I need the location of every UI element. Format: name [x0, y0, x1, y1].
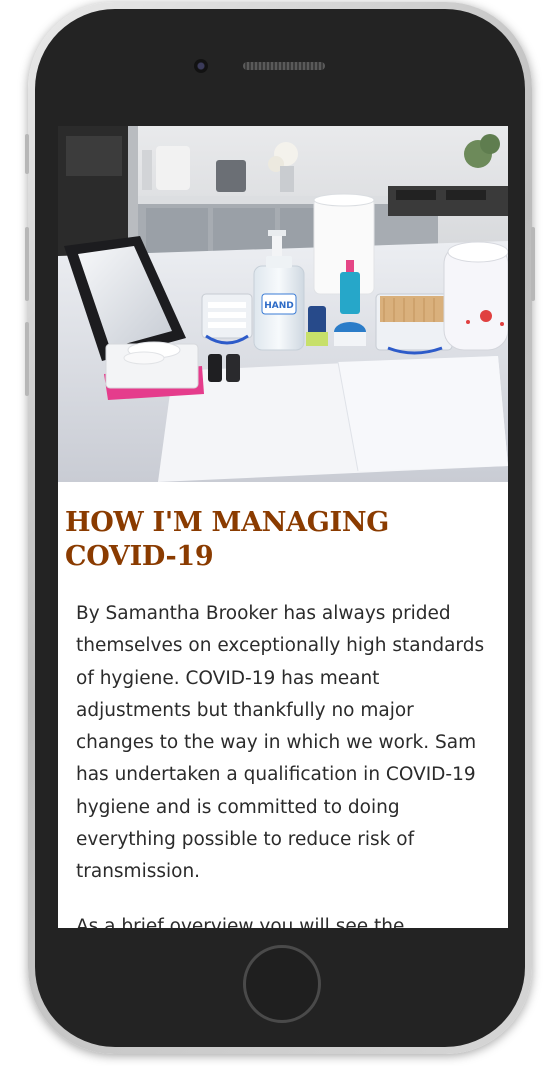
hero-image: HAND — [58, 126, 508, 482]
sanitiser-label: HAND — [264, 301, 294, 311]
article-body: By Samantha Brooker has always prided th… — [76, 598, 496, 928]
treatment-table-photo: HAND — [58, 126, 508, 482]
side-button-power — [531, 227, 535, 301]
front-camera — [194, 59, 208, 73]
side-button-volume-up — [25, 227, 29, 301]
home-button[interactable] — [243, 945, 321, 1023]
side-button-mute — [25, 134, 29, 174]
earpiece-speaker — [243, 62, 325, 70]
side-button-volume-down — [25, 322, 29, 396]
article-paragraph: As a brief overview you will see the — [76, 915, 405, 928]
article-paragraph: By Samantha Brooker has always prided th… — [76, 603, 485, 883]
article-title: HOW I'M MANAGING COVID-19 — [65, 507, 390, 572]
phone-screen[interactable]: HAND HOW I'M MANAGING COVID-19 By Samant… — [58, 126, 508, 928]
